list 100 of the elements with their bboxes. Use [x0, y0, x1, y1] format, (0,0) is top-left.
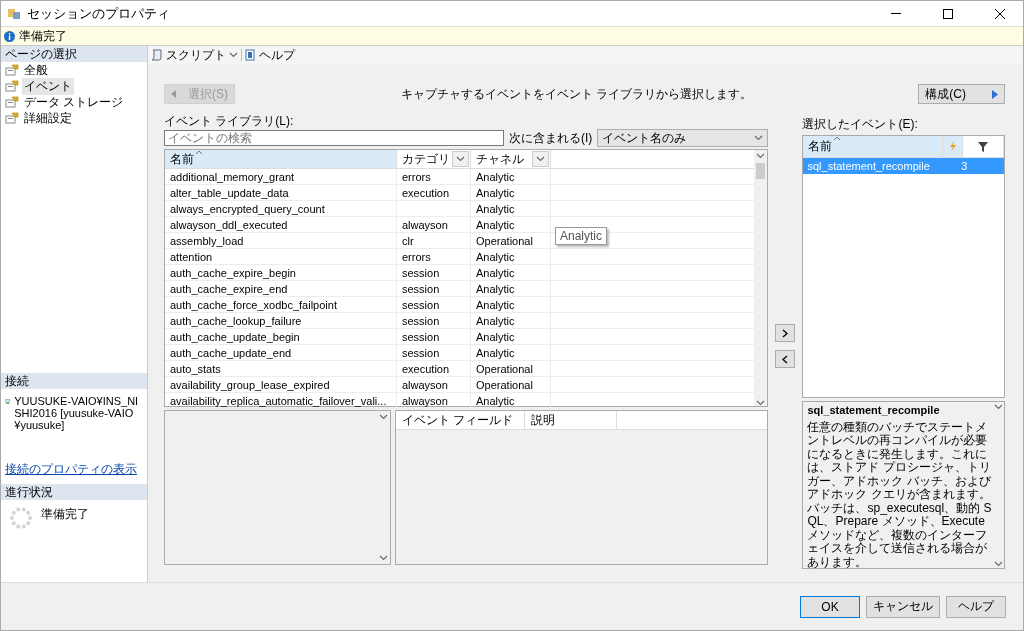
script-icon[interactable] — [151, 49, 163, 61]
scroll-down-icon[interactable] — [379, 555, 388, 561]
connection-text: YUUSUKE-VAIO¥INS_NISHI2016 [yuusuke-VAIO¥yuusuke] — [14, 395, 140, 433]
progress-status: 準備完了 — [41, 506, 89, 523]
page-item[interactable]: 詳細設定 — [22, 109, 74, 127]
table-cell: Analytic — [471, 249, 551, 264]
table-cell: Analytic — [471, 265, 551, 280]
chevron-icon[interactable] — [753, 135, 763, 141]
description-title: sql_statement_recompile — [807, 404, 941, 418]
table-cell: auth_cache_update_end — [165, 345, 397, 360]
info-icon — [4, 30, 15, 42]
column-header[interactable]: チャネル — [471, 150, 551, 168]
add-button[interactable] — [775, 324, 795, 342]
close-icon[interactable] — [995, 8, 1005, 19]
page-item[interactable]: 全般 — [22, 61, 50, 79]
triangle-left-icon — [171, 90, 176, 98]
connection-properties-link[interactable]: 接続のプロパティの表示 — [1, 461, 147, 484]
selected-events-label: 選択したイベント(E): — [802, 116, 919, 133]
scroll-up-icon[interactable] — [755, 153, 765, 159]
table-cell: assembly_load — [165, 233, 397, 248]
column-header[interactable]: 名前 — [165, 150, 397, 168]
scroll-down-icon[interactable] — [994, 561, 1003, 567]
table-cell: Operational — [471, 377, 551, 392]
remove-button[interactable] — [775, 350, 795, 368]
section-header: 接続 — [1, 373, 147, 389]
section-header: ページの選択 — [1, 46, 147, 62]
table-cell: execution — [397, 361, 471, 376]
table-cell: session — [397, 265, 471, 280]
scrollbar[interactable] — [753, 150, 767, 406]
table-cell: Analytic — [471, 329, 551, 344]
table-cell: auth_cache_update_begin — [165, 329, 397, 344]
table-cell: execution — [397, 185, 471, 200]
dialog-button[interactable]: OK — [800, 595, 860, 618]
table-cell: Analytic — [471, 201, 551, 216]
library-label: イベント ライブラリ(L): — [164, 114, 295, 129]
table-cell: Analytic — [471, 297, 551, 312]
page-item[interactable]: イベント — [22, 77, 74, 95]
table-cell: session — [397, 297, 471, 312]
table-cell: alter_table_update_data — [165, 185, 397, 200]
spinner-icon — [9, 506, 33, 530]
table-cell: availability_group_lease_expired — [165, 377, 397, 392]
section-header: 進行状況 — [1, 484, 147, 500]
sort-caret-icon — [195, 150, 203, 155]
help-button[interactable]: ヘルプ — [259, 46, 295, 64]
table-cell: auth_cache_expire_end — [165, 281, 397, 296]
filter-dropdown-icon[interactable] — [456, 156, 465, 162]
scroll-up-icon[interactable] — [379, 414, 388, 420]
scroll-up-icon[interactable] — [994, 404, 1003, 410]
search-scope-label: 次に含まれる(I) — [509, 129, 593, 147]
table-cell: Operational — [471, 361, 551, 376]
table-cell: auth_cache_expire_begin — [165, 265, 397, 280]
dialog-button[interactable]: ヘルプ — [946, 595, 1006, 618]
table-cell: auth_cache_lookup_failure — [165, 313, 397, 328]
window-title: セッションのプロパティ — [27, 4, 171, 23]
filter-icon[interactable] — [978, 141, 989, 152]
search-field[interactable]: イベントの検索 — [164, 130, 504, 146]
search-scope-dropdown[interactable]: イベント名のみ — [597, 129, 768, 147]
table-cell: errors — [397, 249, 471, 264]
status-message: 準備完了 — [19, 27, 67, 45]
table-cell: Analytic — [471, 185, 551, 200]
configure-button[interactable]: 構成(C) — [918, 84, 1005, 104]
table-cell: alwayson — [397, 393, 471, 408]
table-cell: alwayson — [397, 377, 471, 392]
table-cell: alwayson_ddl_executed — [165, 217, 397, 232]
table-cell: errors — [397, 169, 471, 184]
column-header[interactable]: カテゴリ — [397, 150, 471, 168]
page-item[interactable]: データ ストレージ — [22, 93, 126, 111]
table-cell: auth_cache_force_xodbc_failpoint — [165, 297, 397, 312]
triangle-right-icon — [992, 89, 998, 99]
table-cell: clr — [397, 233, 471, 248]
table-cell: Analytic — [471, 169, 551, 184]
table-cell: auto_stats — [165, 361, 397, 376]
table-cell: Analytic — [471, 345, 551, 360]
table-cell: session — [397, 313, 471, 328]
table-cell: availability_replica_automatic_failover_vali... — [165, 393, 397, 408]
table-cell: session — [397, 329, 471, 344]
instruction-text: キャプチャするイベントをイベント ライブラリから選択します。 — [400, 85, 754, 103]
dialog-button[interactable]: キャンセル — [866, 595, 940, 618]
page-icon — [5, 64, 19, 76]
table-cell: session — [397, 345, 471, 360]
column-header[interactable]: イベント フィールド — [396, 411, 525, 429]
column-header[interactable]: 説明 — [525, 411, 617, 429]
scroll-down-icon[interactable] — [755, 400, 765, 406]
filter-dropdown-icon[interactable] — [536, 156, 545, 162]
help-icon[interactable] — [245, 49, 256, 61]
description-text: 任意の種類のバッチでステートメントレベルの再コンパイルが必要になるときに発生します。これには、ストアド プロシージャ、トリガー、アドホック バッチ、およびアドホック クエリが含まれます。バッチは、sp_executesql、動的 SQL、Prepare メソッド、Execute メソッドなど、複数のインターフェイスを介して送信される場合があります。 — [807, 419, 992, 569]
table-cell: alwayson — [397, 217, 471, 232]
page-icon — [5, 96, 19, 108]
script-button[interactable]: スクリプト — [166, 46, 226, 64]
table-cell: Operational — [471, 233, 551, 248]
chevron-left-icon — [782, 354, 788, 364]
dropdown-icon[interactable] — [229, 52, 238, 58]
scroll-thumb[interactable] — [755, 163, 765, 179]
table-cell: Analytic — [471, 393, 551, 408]
sort-caret-icon — [833, 136, 842, 141]
table-cell: always_encrypted_query_count — [165, 201, 397, 216]
table-cell: additional_memory_grant — [165, 169, 397, 184]
page-icon — [5, 112, 19, 124]
maximize-icon[interactable] — [943, 8, 953, 19]
table-cell: Analytic — [471, 313, 551, 328]
